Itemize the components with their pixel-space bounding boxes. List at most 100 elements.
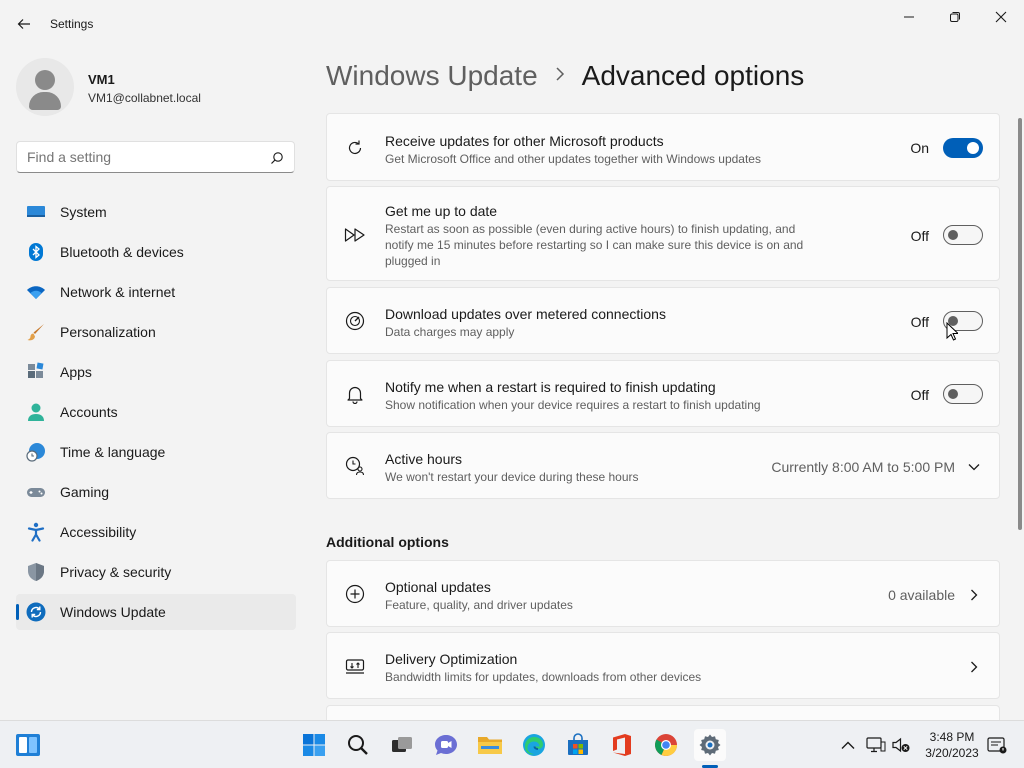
chevron-up-icon: [841, 741, 855, 749]
speedometer-icon: [344, 310, 366, 332]
setting-description: Feature, quality, and driver updates: [385, 598, 573, 612]
setting-description: Data charges may apply: [385, 325, 515, 339]
active-hours-value: Currently 8:00 AM to 5:00 PM: [771, 459, 955, 475]
chevron-right-icon: [554, 65, 566, 88]
sidebar-item-label: Accessibility: [60, 524, 137, 540]
get-up-to-date-toggle[interactable]: [943, 225, 983, 245]
sidebar-item-accessibility[interactable]: Accessibility: [16, 514, 296, 550]
search-button[interactable]: [342, 729, 374, 761]
avatar: [16, 58, 74, 116]
notification-icon: [987, 737, 1007, 754]
receive-updates-toggle[interactable]: [943, 138, 983, 158]
start-button[interactable]: [298, 729, 330, 761]
show-hidden-icons-button[interactable]: [838, 735, 858, 755]
system-icon: [26, 202, 46, 222]
widgets-button[interactable]: [12, 729, 44, 761]
sidebar-item-apps[interactable]: Apps: [16, 354, 296, 390]
setting-title: Active hours: [385, 451, 463, 467]
setting-title: Optional updates: [385, 579, 491, 595]
profile-name: VM1: [88, 72, 115, 87]
microsoft-store-button[interactable]: [562, 729, 594, 761]
search-box[interactable]: [16, 141, 295, 173]
chevron-down-icon[interactable]: [967, 460, 981, 474]
sidebar-item-label: Privacy & security: [60, 564, 172, 580]
edge-icon: [523, 734, 545, 756]
wifi-icon: [26, 282, 46, 302]
restore-icon: [950, 12, 960, 22]
bluetooth-icon: [26, 242, 46, 262]
update-icon: [26, 602, 46, 622]
accounts-icon: [26, 402, 46, 422]
clock-globe-icon: [26, 442, 46, 462]
taskbar-clock-date[interactable]: 3/20/2023: [920, 746, 984, 760]
taskbar: 3:48 PM 3/20/2023: [0, 720, 1024, 768]
toggle-state-label: Off: [910, 387, 929, 403]
notify-restart-toggle[interactable]: [943, 384, 983, 404]
setting-receive-updates: Receive updates for other Microsoft prod…: [326, 113, 1000, 181]
bell-icon: [344, 383, 366, 405]
setting-notify-restart: Notify me when a restart is required to …: [326, 360, 1000, 427]
setting-active-hours[interactable]: Active hours We won't restart your devic…: [326, 432, 1000, 499]
chevron-right-icon: [967, 660, 981, 674]
sidebar-item-label: Personalization: [60, 324, 156, 340]
delivery-optimization-icon: [344, 655, 366, 677]
settings-app-button[interactable]: [694, 729, 726, 761]
setting-description: Get Microsoft Office and other updates t…: [385, 152, 761, 166]
sidebar-item-system[interactable]: System: [16, 194, 296, 230]
volume-button[interactable]: [891, 735, 911, 755]
setting-description: We won't restart your device during thes…: [385, 470, 639, 484]
breadcrumb-parent-link[interactable]: Windows Update: [326, 60, 538, 92]
sidebar-item-bluetooth[interactable]: Bluetooth & devices: [16, 234, 296, 270]
sidebar-item-label: Windows Update: [60, 604, 166, 620]
widgets-icon: [16, 734, 40, 756]
sidebar-item-windows-update[interactable]: Windows Update: [16, 594, 296, 630]
back-arrow-icon: [17, 19, 30, 29]
app-title: Settings: [50, 17, 94, 31]
setting-description: Bandwidth limits for updates, downloads …: [385, 670, 702, 684]
task-view-button[interactable]: [386, 729, 418, 761]
scrollbar[interactable]: [1018, 118, 1022, 530]
fast-forward-icon: [344, 224, 366, 246]
sidebar-item-label: Time & language: [60, 444, 166, 460]
chevron-right-icon: [967, 588, 981, 602]
chrome-icon: [655, 734, 677, 756]
taskbar-clock-time[interactable]: 3:48 PM: [920, 730, 984, 744]
chrome-button[interactable]: [650, 729, 682, 761]
store-icon: [568, 733, 588, 755]
optional-updates-link[interactable]: Optional updates Feature, quality, and d…: [326, 560, 1000, 627]
setting-title: Notify me when a restart is required to …: [385, 379, 716, 395]
minimize-icon: [904, 16, 914, 18]
network-status-button[interactable]: [866, 735, 886, 755]
setting-get-up-to-date: Get me up to date Restart as soon as pos…: [326, 186, 1000, 281]
notifications-button[interactable]: [987, 735, 1007, 755]
restore-button[interactable]: [932, 4, 978, 30]
sidebar-item-privacy-security[interactable]: Privacy & security: [16, 554, 296, 590]
search-icon[interactable]: [270, 151, 284, 165]
edge-button[interactable]: [518, 729, 550, 761]
section-heading: Additional options: [326, 534, 449, 550]
delivery-optimization-link[interactable]: Delivery Optimization Bandwidth limits f…: [326, 632, 1000, 699]
apps-icon: [26, 362, 46, 382]
back-button[interactable]: [12, 12, 36, 36]
gear-icon: [699, 734, 721, 756]
close-button[interactable]: [978, 4, 1024, 30]
sidebar-item-time-language[interactable]: Time & language: [16, 434, 296, 470]
chat-icon: [435, 735, 457, 755]
shield-icon: [26, 562, 46, 582]
task-view-icon: [392, 737, 412, 752]
user-profile[interactable]: VM1 VM1@collabnet.local: [16, 58, 296, 118]
sidebar-item-gaming[interactable]: Gaming: [16, 474, 296, 510]
sidebar-item-personalization[interactable]: Personalization: [16, 314, 296, 350]
toggle-state-label: Off: [910, 314, 929, 330]
file-explorer-button[interactable]: [474, 729, 506, 761]
minimize-button[interactable]: [886, 4, 932, 30]
office-button[interactable]: [606, 729, 638, 761]
sidebar-item-network[interactable]: Network & internet: [16, 274, 296, 310]
sidebar-item-accounts[interactable]: Accounts: [16, 394, 296, 430]
search-input[interactable]: [27, 149, 257, 165]
accessibility-icon: [26, 522, 46, 542]
teams-chat-button[interactable]: [430, 729, 462, 761]
mouse-cursor-icon: [946, 322, 958, 341]
add-circle-icon: [344, 583, 366, 605]
search-icon: [348, 735, 368, 755]
